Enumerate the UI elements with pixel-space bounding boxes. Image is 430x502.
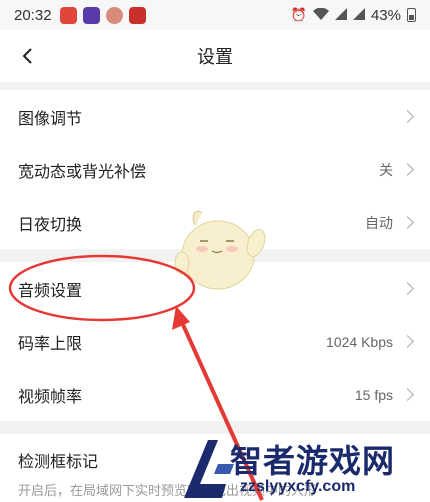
- battery-icon: [407, 8, 416, 22]
- chevron-right-icon: [401, 335, 414, 348]
- app-icon-red-logo: [128, 6, 146, 24]
- status-bar: 20:32 ⏰ 43%: [0, 0, 430, 30]
- settings-item-frame-rate[interactable]: 视频帧率 15 fps: [0, 368, 430, 421]
- settings-item-value: 关: [379, 161, 393, 178]
- chevron-right-icon: [401, 163, 414, 176]
- settings-item-label: 码率上限: [18, 335, 83, 353]
- settings-item-image-adjust[interactable]: 图像调节: [0, 90, 430, 143]
- signal-icon: [334, 7, 347, 23]
- app-icon-purple: [82, 6, 100, 24]
- app-icon-red: [59, 6, 77, 24]
- wifi-icon: [312, 7, 329, 23]
- site-watermark: 智者游戏网 zzslyyxcfy.com: [178, 432, 430, 502]
- settings-item-value: 1024 Kbps: [326, 333, 393, 350]
- back-chevron-icon[interactable]: [12, 38, 42, 74]
- settings-item-label: 视频帧率: [18, 388, 83, 406]
- chevron-right-icon: [401, 282, 414, 295]
- signal-icon: [352, 7, 365, 23]
- settings-item-wdr-backlight[interactable]: 宽动态或背光补偿 关: [0, 143, 430, 196]
- status-time: 20:32: [14, 6, 52, 24]
- settings-item-label: 图像调节: [18, 110, 83, 128]
- settings-item-value: 15 fps: [354, 386, 393, 403]
- settings-item-value: 自动: [365, 214, 393, 231]
- settings-item-label: 宽动态或背光补偿: [18, 163, 147, 181]
- watermark-logo-icon: [184, 440, 234, 498]
- mascot-watermark-icon: [174, 211, 266, 290]
- watermark-title: 智者游戏网: [230, 443, 396, 479]
- chevron-right-icon: [401, 110, 414, 123]
- settings-item-bitrate-limit[interactable]: 码率上限 1024 Kbps: [0, 315, 430, 368]
- chevron-right-icon: [401, 216, 414, 229]
- page-title: 设置: [197, 47, 233, 67]
- chevron-right-icon: [401, 388, 414, 401]
- app-icon-avatar: [105, 6, 123, 24]
- alarm-icon: ⏰: [290, 7, 307, 22]
- nav-bar: 设置: [0, 30, 430, 82]
- battery-percent: 43%: [370, 6, 401, 24]
- watermark-url: zzslyyxcfy.com: [240, 478, 356, 495]
